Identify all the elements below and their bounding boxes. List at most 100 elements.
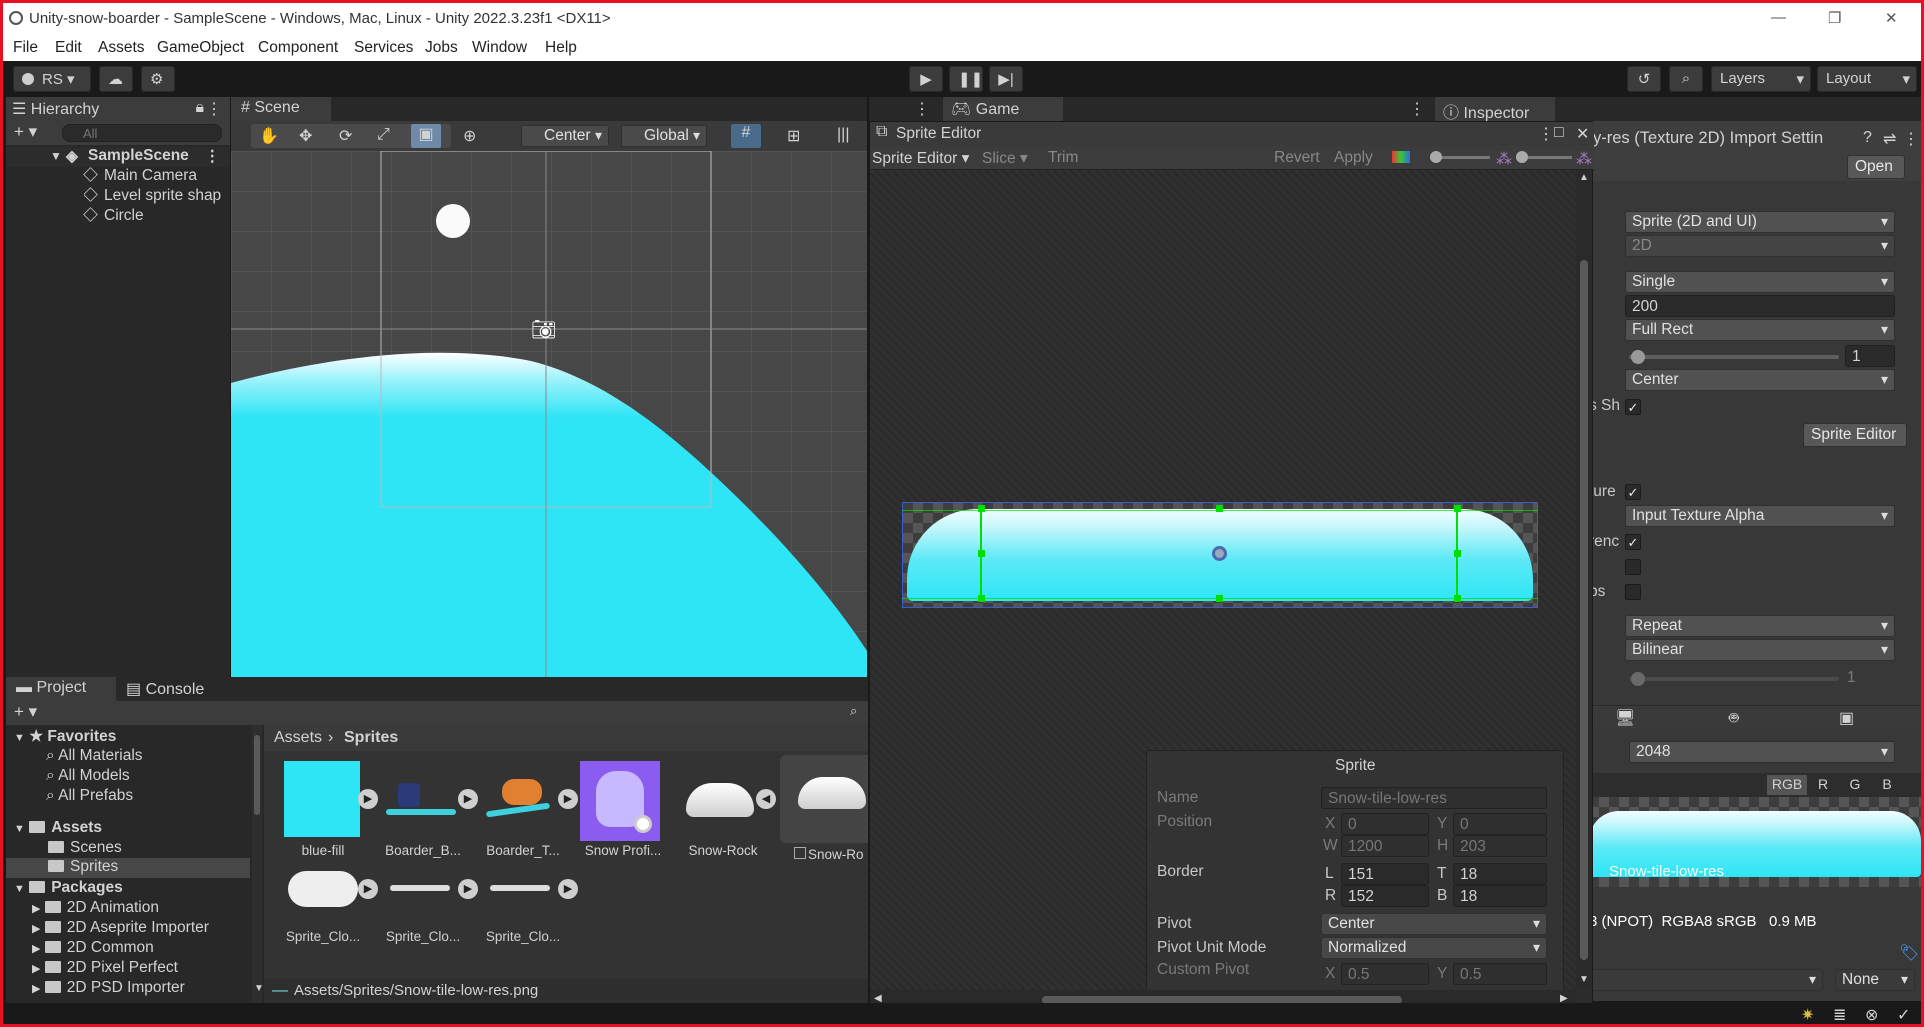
fav-all-models[interactable]: ⌕ All Models [46,767,130,785]
rect-handle-mr[interactable] [1454,550,1461,557]
expand-icon[interactable]: ▶ [358,879,378,899]
mip-icon[interactable]: ⁂ [1496,149,1512,169]
vertical-scrollbar[interactable]: ▲ ▼ [1576,170,1592,990]
trim-button[interactable]: Trim [1048,149,1078,167]
minimize-button[interactable]: — [1771,9,1786,26]
hierarchy-item-circle[interactable]: Circle [83,207,144,225]
scroll-thumb[interactable] [1580,260,1588,960]
open-button[interactable]: Open [1847,155,1905,179]
menu-edit[interactable]: Edit [55,39,82,57]
breadcrumb-sprites[interactable]: Sprites [344,729,398,747]
pivot-dropdown[interactable]: Center [1321,913,1547,935]
extrude-field[interactable]: 1 [1845,345,1895,367]
cloud-button[interactable]: ☁ [99,66,133,92]
create-button[interactable]: + ▾ [14,702,37,722]
history-button[interactable]: ↺ [1627,66,1661,92]
mipmaps-checkbox[interactable] [1625,584,1641,600]
close-button[interactable]: ✕ [1885,9,1898,27]
scene-more-icon[interactable]: ⋮ [914,99,930,119]
revert-button[interactable]: Revert [1274,149,1320,167]
asset-blue-fill[interactable]: ▶ blue-fill [278,761,378,858]
assets-header[interactable]: ▼ Assets [14,819,102,837]
transform-all-icon[interactable]: ⊕ [463,126,476,146]
texture-type-dropdown[interactable]: Sprite (2D and UI) [1625,211,1895,233]
scene-viewport[interactable]: 📷︎ [231,151,867,677]
asset-sprite-cloud-3[interactable]: ▶ Sprite_Clo... [478,861,578,944]
rect-handle-tl[interactable] [978,505,985,512]
package-2d-common[interactable]: ▶ 2D Common [32,939,154,957]
menu-jobs[interactable]: Jobs [425,39,458,57]
menu-gameobject[interactable]: GameObject [157,39,244,57]
fav-all-prefabs[interactable]: ⌕ All Prefabs [46,787,133,805]
package-2d-aseprite[interactable]: ▶ 2D Aseprite Importer [32,919,209,937]
expand-icon[interactable]: ▶ [358,789,378,809]
tree-scrollbar[interactable] [252,725,262,1003]
tag-icon[interactable]: 🏷︎ [1899,943,1919,963]
cache-icon[interactable]: ≣ [1833,1005,1846,1024]
mip-max-icon[interactable]: ⁂ [1576,149,1592,169]
scroll-thumb[interactable] [254,735,260,815]
network-icon[interactable]: ⊗ [1865,1005,1878,1024]
step-button[interactable]: ▶| [989,66,1023,92]
physics-shape-checkbox[interactable]: ✓ [1625,399,1641,415]
lock-icon[interactable]: 🔒︎ [195,99,204,117]
border-b-field[interactable]: 18 [1453,885,1547,907]
asset-bundle-dropdown[interactable] [1589,969,1823,991]
zoom-slider[interactable] [1430,151,1490,163]
progress-icon[interactable]: ✓ [1897,1005,1910,1024]
rect-handle-ml[interactable] [978,550,985,557]
rotate-tool-icon[interactable]: ⟳ [339,126,352,146]
tab-scene[interactable]: # Scene [231,97,331,121]
tree-scroll-down-icon[interactable]: ▼ [254,983,264,994]
apply-button[interactable]: Apply [1334,149,1373,167]
border-l-field[interactable]: 151 [1341,863,1429,885]
hierarchy-search-input[interactable] [62,124,222,142]
max-size-dropdown[interactable]: 2048 [1629,741,1895,763]
play-button[interactable]: ▶ [909,66,943,92]
pivot-dropdown[interactable]: Center [521,125,609,147]
rect-handle-tr[interactable] [1454,505,1461,512]
asset-snow-rock-sub[interactable]: Snow-Ro [780,755,868,862]
expand-icon[interactable]: ▶ [458,879,478,899]
snap-increment-icon[interactable]: ⊞ [787,126,800,146]
search-button[interactable]: ⌕ [1669,66,1703,92]
alpha-source-dropdown[interactable]: Input Texture Alpha [1625,505,1895,527]
expand-icon[interactable]: ▶ [558,879,578,899]
tab-console[interactable]: ▤ Console [118,677,228,701]
tab-project[interactable]: ▬ Project [6,677,116,701]
channel-g[interactable]: G [1841,775,1869,795]
slider-thumb[interactable] [1516,151,1528,163]
pivot-handle-icon[interactable] [1212,546,1227,561]
asset-sprite-cloud-1[interactable]: ▶ Sprite_Clo... [278,861,378,944]
slider-thumb[interactable] [1631,350,1645,364]
sprite-editor-mode-dropdown[interactable]: Sprite Editor ▾ [872,149,969,168]
game-more-icon[interactable]: ⋮ [1409,99,1425,119]
pivot-unit-dropdown[interactable]: Normalized [1321,937,1547,959]
favorites-header[interactable]: ▼ ★ Favorites [14,727,116,746]
layout-dropdown[interactable]: Layout ▾ [1817,66,1917,92]
component-more-icon[interactable]: ⋮ [1903,129,1919,149]
hierarchy-item-level-sprite[interactable]: Level sprite shap [84,187,230,205]
sprite-editor-button[interactable]: Sprite Editor [1803,423,1907,447]
readwrite-checkbox[interactable] [1625,559,1641,575]
alpha-transparency-checkbox[interactable]: ✓ [1625,534,1641,550]
mip-slider[interactable] [1516,151,1572,163]
package-2d-animation[interactable]: ▶ 2D Animation [32,899,159,917]
add-button[interactable]: + ▾ [14,122,37,142]
rect-handle-bm[interactable] [1216,595,1223,602]
expand-icon[interactable]: ▶ [458,789,478,809]
se-more-icon[interactable]: ⋮ [1538,124,1554,144]
layers-dropdown[interactable]: Layers ▾ [1711,66,1811,92]
menu-window[interactable]: Window [472,39,527,57]
more-icon[interactable]: ⋮ [206,99,222,119]
asset-boarder-t[interactable]: ▶ Boarder_T... [478,761,578,858]
se-maximize-icon[interactable]: □ [1554,124,1564,142]
move-tool-icon[interactable]: ✥ [299,126,312,146]
asset-boarder-b[interactable]: ▶ Boarder_B... [378,761,478,858]
slider-thumb[interactable] [1430,151,1442,163]
search-icon[interactable]: ⌕ [850,703,857,719]
hierarchy-item-main-camera[interactable]: Main Camera [83,167,197,185]
border-t-field[interactable]: 18 [1453,863,1547,885]
pivot-dropdown[interactable]: Center [1625,369,1895,391]
asset-snow-rock[interactable]: ◀ Snow-Rock [678,761,776,858]
